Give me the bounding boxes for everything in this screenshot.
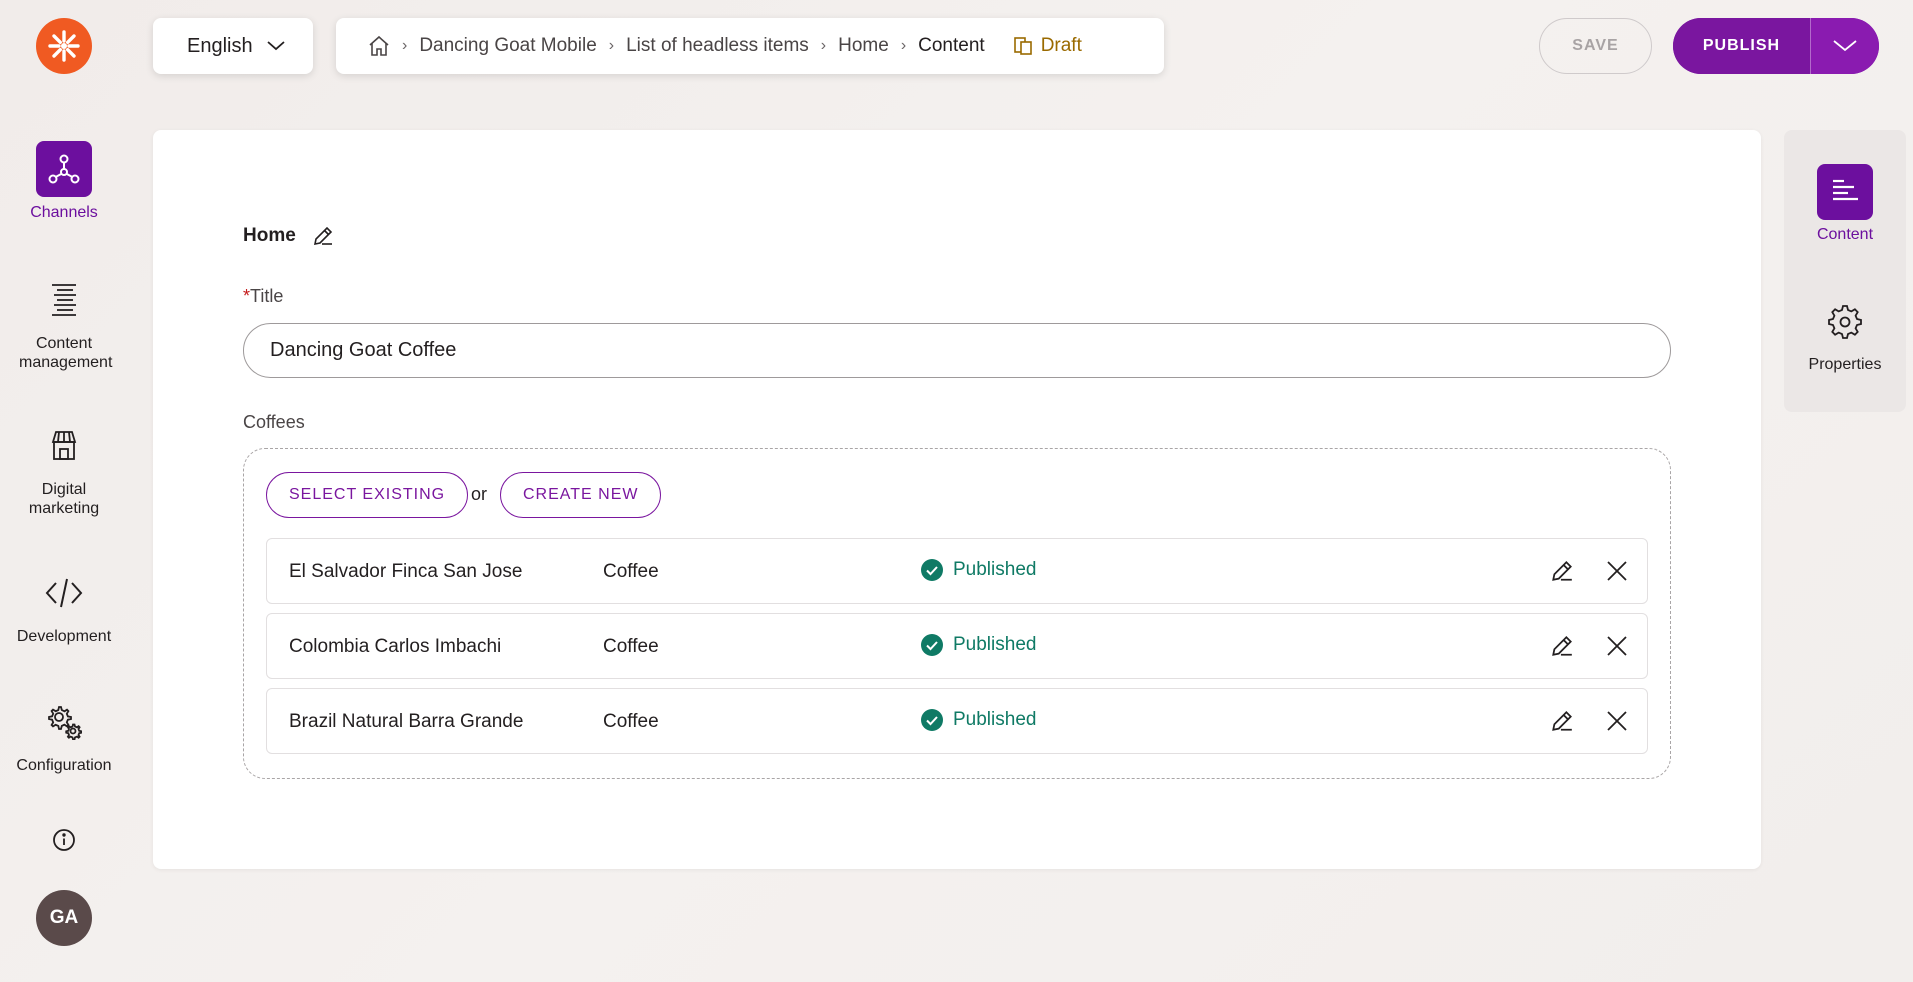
nav-label-configuration: Configuration xyxy=(16,757,112,774)
info-icon xyxy=(53,829,75,851)
logo-icon xyxy=(48,30,80,62)
close-icon xyxy=(1607,711,1627,731)
check-circle-icon xyxy=(921,559,943,581)
content-management-icon xyxy=(52,284,76,316)
item-status: Published xyxy=(921,634,1036,656)
publish-button[interactable]: PUBLISH xyxy=(1673,18,1810,74)
item-type: Coffee xyxy=(603,711,659,732)
item-status: Published xyxy=(921,709,1036,731)
left-navigation: Channels Content management Digital mark… xyxy=(0,0,128,982)
close-icon xyxy=(1607,561,1627,581)
coffees-field-label: Coffees xyxy=(243,412,305,432)
pencil-icon xyxy=(1552,636,1572,656)
user-avatar[interactable]: GA xyxy=(36,890,92,946)
tab-content[interactable]: Content xyxy=(1784,164,1906,244)
item-type: Coffee xyxy=(603,636,659,657)
check-circle-icon xyxy=(921,634,943,656)
breadcrumb-item-channel[interactable]: Dancing Goat Mobile xyxy=(419,35,596,57)
text-align-left-icon xyxy=(1833,179,1858,201)
language-selector[interactable]: English xyxy=(153,18,313,74)
nav-label-digital-marketing: Digital marketing xyxy=(28,481,100,517)
nav-item-channels[interactable]: Channels xyxy=(0,141,128,222)
nav-label-channels: Channels xyxy=(30,204,98,221)
digital-marketing-icon xyxy=(51,431,77,460)
app-logo[interactable] xyxy=(36,18,92,74)
select-existing-button[interactable]: SELECT EXISTING xyxy=(266,472,469,518)
publish-options-button[interactable] xyxy=(1810,18,1879,74)
draft-label: Draft xyxy=(1040,35,1082,56)
item-name: Colombia Carlos Imbachi xyxy=(289,636,502,657)
title-input[interactable] xyxy=(243,323,1671,378)
breadcrumb-separator: › xyxy=(900,37,907,54)
language-value: English xyxy=(187,34,253,57)
home-icon xyxy=(369,35,389,56)
chevron-down-icon xyxy=(1833,40,1857,52)
breadcrumb-item-list[interactable]: List of headless items xyxy=(626,35,809,57)
content-form-card: Home *Title Coffees SELECT EXISTING or C… xyxy=(153,130,1761,869)
right-panel: Content Properties xyxy=(1784,130,1906,412)
linked-item-row: El Salvador Finca San Jose Coffee Publis… xyxy=(266,538,1648,604)
or-separator: or xyxy=(471,484,488,504)
edit-item-button[interactable] xyxy=(1550,559,1574,583)
pencil-icon xyxy=(313,226,332,246)
linked-item-row: Colombia Carlos Imbachi Coffee Published xyxy=(266,613,1648,679)
nav-item-development[interactable]: Development xyxy=(0,565,128,646)
title-label-text: Title xyxy=(250,286,284,306)
gear-icon xyxy=(1828,305,1862,339)
tab-properties-label: Properties xyxy=(1808,356,1882,373)
remove-item-button[interactable] xyxy=(1605,559,1629,583)
home-breadcrumb-button[interactable] xyxy=(368,35,390,57)
breadcrumb-current: Content xyxy=(918,35,985,56)
close-icon xyxy=(1607,636,1627,656)
publish-button-group: PUBLISH xyxy=(1673,18,1879,74)
nav-item-configuration[interactable]: Configuration xyxy=(0,694,128,775)
item-status-label: Published xyxy=(953,559,1037,580)
breadcrumb: › Dancing Goat Mobile › List of headless… xyxy=(336,18,1164,74)
chevron-down-icon xyxy=(267,41,285,51)
item-type: Coffee xyxy=(603,561,659,582)
code-icon xyxy=(45,578,83,608)
breadcrumb-separator: › xyxy=(402,37,408,54)
breadcrumb-separator: › xyxy=(820,37,827,54)
draft-status: Draft xyxy=(1013,35,1082,57)
tab-properties[interactable]: Properties xyxy=(1784,294,1906,374)
check-circle-icon xyxy=(921,709,943,731)
create-new-button[interactable]: CREATE NEW xyxy=(500,472,662,518)
nav-label-development: Development xyxy=(16,628,112,645)
edit-section-title-button[interactable] xyxy=(312,225,334,247)
item-name: Brazil Natural Barra Grande xyxy=(289,711,524,732)
nav-item-content-management[interactable]: Content management xyxy=(0,272,128,372)
pencil-icon xyxy=(1552,711,1572,731)
item-name: El Salvador Finca San Jose xyxy=(289,561,523,582)
channels-icon xyxy=(48,154,80,184)
linked-items-container: SELECT EXISTING or CREATE NEW El Salvado… xyxy=(243,448,1671,779)
edit-item-button[interactable] xyxy=(1550,709,1574,733)
breadcrumb-separator: › xyxy=(608,37,615,54)
title-field-label: *Title xyxy=(243,286,283,307)
remove-item-button[interactable] xyxy=(1605,634,1629,658)
breadcrumb-item-home[interactable]: Home xyxy=(838,35,889,57)
nav-item-digital-marketing[interactable]: Digital marketing xyxy=(0,418,128,518)
pencil-icon xyxy=(1552,561,1572,581)
draft-icon xyxy=(1013,37,1032,55)
item-status-label: Published xyxy=(953,634,1037,655)
edit-item-button[interactable] xyxy=(1550,634,1574,658)
nav-label-content-management: Content management xyxy=(19,335,113,371)
item-status: Published xyxy=(921,559,1036,581)
save-button[interactable]: SAVE xyxy=(1539,18,1652,74)
section-title-text: Home xyxy=(243,225,296,246)
section-title: Home xyxy=(243,225,334,247)
required-mark: * xyxy=(243,286,251,306)
remove-item-button[interactable] xyxy=(1605,709,1629,733)
tab-content-label: Content xyxy=(1816,226,1874,243)
gears-icon xyxy=(48,706,82,740)
info-button[interactable] xyxy=(50,826,78,854)
linked-item-row: Brazil Natural Barra Grande Coffee Publi… xyxy=(266,688,1648,754)
item-status-label: Published xyxy=(953,709,1037,730)
